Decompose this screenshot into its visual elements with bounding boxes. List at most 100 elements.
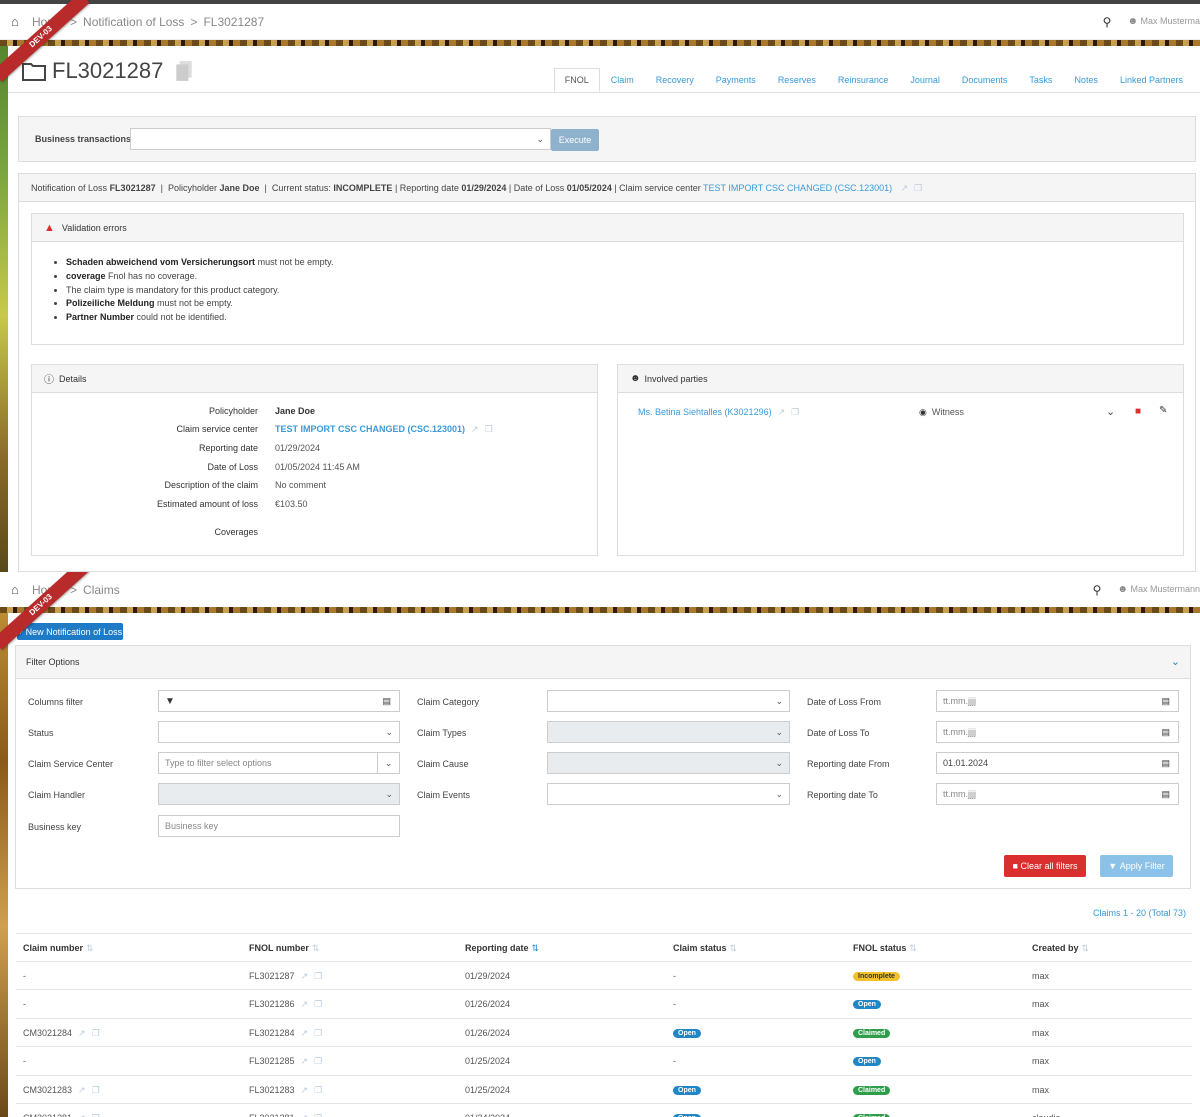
copy-icon[interactable]: ❐ xyxy=(791,407,799,417)
dol-from-label: Date of Loss From xyxy=(807,697,882,707)
external-link-icon[interactable]: ↗ xyxy=(901,183,909,193)
tab-documents[interactable]: Documents xyxy=(951,68,1019,92)
external-link-icon[interactable]: ↗ xyxy=(301,1056,309,1066)
external-link-icon[interactable]: ↗ xyxy=(301,1028,309,1038)
dol-from-input[interactable]: tt.mm.jjjj ▤ xyxy=(936,690,1179,712)
user-menu[interactable]: ☻ Max Mustermann xyxy=(1117,584,1200,595)
table-row[interactable]: - FL3021287 ↗ ❐ 01/29/2024 - Incomplete max xyxy=(16,961,1192,989)
list-icon[interactable]: ▤ xyxy=(382,696,391,707)
apply-filter-button[interactable]: ▼ Apply Filter xyxy=(1100,855,1173,877)
tab-journal[interactable]: Journal xyxy=(899,68,951,92)
copy-icon[interactable]: ❐ xyxy=(485,424,493,434)
calendar-icon[interactable]: ▤ xyxy=(1161,789,1170,800)
col-created-by[interactable]: Created by ⇅ xyxy=(1032,943,1089,954)
claim-cause-select[interactable]: ⌄ xyxy=(547,752,790,774)
tab-payments[interactable]: Payments xyxy=(705,68,767,92)
external-link-icon[interactable]: ↗ xyxy=(78,1085,86,1095)
external-link-icon[interactable]: ↗ xyxy=(471,424,479,434)
copy-icon[interactable]: ❐ xyxy=(92,1113,100,1117)
claim-handler-select[interactable]: ⌄ xyxy=(158,783,400,805)
col-fnol-status[interactable]: FNOL status ⇅ xyxy=(853,943,917,954)
copy-icon[interactable]: ❐ xyxy=(314,971,322,981)
tab-claim[interactable]: Claim xyxy=(600,68,645,92)
copy-icon[interactable]: ❐ xyxy=(314,1113,322,1117)
col-reporting-date[interactable]: Reporting date ⇅ xyxy=(465,943,539,954)
home-icon[interactable]: ⌂ xyxy=(11,582,19,597)
claim-number[interactable]: CM3021284 xyxy=(23,1028,72,1038)
table-row[interactable]: - FL3021285 ↗ ❐ 01/25/2024 - Open max xyxy=(16,1046,1192,1074)
external-link-icon[interactable]: ↗ xyxy=(301,999,309,1009)
fnol-number[interactable]: FL3021286 xyxy=(249,999,295,1009)
columns-filter-input[interactable]: ▼ ▤ xyxy=(158,690,400,712)
home-icon[interactable]: ⌂ xyxy=(11,14,19,29)
fnol-number[interactable]: FL3021283 xyxy=(249,1085,295,1095)
csc-link[interactable]: TEST IMPORT CSC CHANGED (CSC.123001) xyxy=(703,183,892,193)
calendar-icon[interactable]: ▤ xyxy=(1161,758,1170,769)
copy-icon[interactable]: ❐ xyxy=(92,1028,100,1038)
table-row[interactable]: CM3021281 ↗ ❐ FL3021281 ↗ ❐ 01/24/2024 Open Clai… xyxy=(16,1103,1192,1117)
fnol-number[interactable]: FL3021287 xyxy=(249,971,295,981)
chevron-down-icon[interactable]: ⌄ xyxy=(1106,405,1115,418)
tab-fnol[interactable]: FNOL xyxy=(553,68,600,92)
trash-icon[interactable]: ■ xyxy=(1135,406,1141,417)
copy-icon[interactable]: ❐ xyxy=(92,1085,100,1095)
claim-number[interactable]: CM3021283 xyxy=(23,1085,72,1095)
calendar-icon[interactable]: ▤ xyxy=(1161,696,1170,707)
col-fnol-number[interactable]: FNOL number ⇅ xyxy=(249,943,319,954)
claim-types-select[interactable]: ⌄ xyxy=(547,721,790,743)
search-icon[interactable]: ⚲ xyxy=(1103,15,1112,29)
copy-icon[interactable]: ❐ xyxy=(314,1056,322,1066)
table-row[interactable]: CM3021284 ↗ ❐ FL3021284 ↗ ❐ 01/26/2024 Open Clai… xyxy=(16,1017,1192,1046)
edit-icon[interactable]: ✎ xyxy=(1159,405,1167,416)
business-transactions-select[interactable]: ⌄ xyxy=(130,128,551,150)
tab-notes[interactable]: Notes xyxy=(1063,68,1109,92)
external-link-icon[interactable]: ↗ xyxy=(78,1028,86,1038)
external-link-icon[interactable]: ↗ xyxy=(78,1113,86,1117)
tab-recovery[interactable]: Recovery xyxy=(645,68,705,92)
copy-icon[interactable]: ❐ xyxy=(314,1028,322,1038)
table-row[interactable]: CM3021283 ↗ ❐ FL3021283 ↗ ❐ 01/25/2024 Open Clai… xyxy=(16,1074,1192,1103)
chevron-down-icon[interactable]: ⌄ xyxy=(377,753,399,773)
copy-icon[interactable]: ❐ xyxy=(314,1085,322,1095)
tab-reinsurance[interactable]: Reinsurance xyxy=(827,68,900,92)
new-notification-button[interactable]: + New Notification of Loss xyxy=(17,623,123,640)
external-link-icon[interactable]: ↗ xyxy=(301,1113,309,1117)
claim-number[interactable]: CM3021281 xyxy=(23,1113,72,1117)
filter-options-header[interactable]: Filter Options ⌄ xyxy=(16,646,1190,679)
execute-button[interactable]: Execute xyxy=(551,129,599,151)
dol-to-input[interactable]: tt.mm.jjjj ▤ xyxy=(936,721,1179,743)
external-link-icon[interactable]: ↗ xyxy=(301,971,309,981)
tab-reserves[interactable]: Reserves xyxy=(767,68,827,92)
col-claim-status[interactable]: Claim status ⇅ xyxy=(673,943,737,954)
business-key-input[interactable]: Business key xyxy=(158,815,400,837)
external-link-icon[interactable]: ↗ xyxy=(778,407,786,417)
tab-tasks[interactable]: Tasks xyxy=(1018,68,1063,92)
fnol-number[interactable]: FL3021285 xyxy=(249,1056,295,1066)
claim-category-select[interactable]: ⌄ xyxy=(547,690,790,712)
status-select[interactable]: ⌄ xyxy=(158,721,400,743)
party-name-link[interactable]: Ms. Betina Siehtalles (K3021296) xyxy=(638,407,772,417)
search-icon[interactable]: ⚲ xyxy=(1093,583,1102,597)
csc-filter-input[interactable]: Type to filter select options ⌄ xyxy=(158,752,400,774)
calendar-icon[interactable]: ▤ xyxy=(1161,727,1170,738)
detail-csc-link[interactable]: TEST IMPORT CSC CHANGED (CSC.123001) xyxy=(275,424,465,434)
col-claim-number[interactable]: Claim number ⇅ xyxy=(23,943,94,954)
chevron-down-icon[interactable]: ⌄ xyxy=(1171,655,1180,668)
rep-from-label: Reporting date From xyxy=(807,759,890,769)
copy-icon[interactable] xyxy=(175,60,193,82)
rep-from-input[interactable]: 01.01.2024 ▤ xyxy=(936,752,1179,774)
breadcrumb-notification-of-loss[interactable]: Notification of Loss xyxy=(83,15,184,29)
table-row[interactable]: - FL3021286 ↗ ❐ 01/26/2024 - Open max xyxy=(16,989,1192,1017)
external-link-icon[interactable]: ↗ xyxy=(301,1085,309,1095)
chevron-down-icon: ⌄ xyxy=(385,788,393,799)
copy-icon[interactable]: ❐ xyxy=(914,183,922,193)
copy-icon[interactable]: ❐ xyxy=(314,999,322,1009)
tab-linked-partners[interactable]: Linked Partners xyxy=(1109,68,1194,92)
claim-events-select[interactable]: ⌄ xyxy=(547,783,790,805)
fnol-number[interactable]: FL3021284 xyxy=(249,1028,295,1038)
created-by-cell: max xyxy=(1032,1028,1049,1038)
user-menu[interactable]: ☻ Max Musterma xyxy=(1127,16,1200,27)
rep-to-input[interactable]: tt.mm.jjjj ▤ xyxy=(936,783,1179,805)
fnol-number[interactable]: FL3021281 xyxy=(249,1113,295,1117)
clear-filters-button[interactable]: ■ Clear all filters xyxy=(1004,855,1086,877)
